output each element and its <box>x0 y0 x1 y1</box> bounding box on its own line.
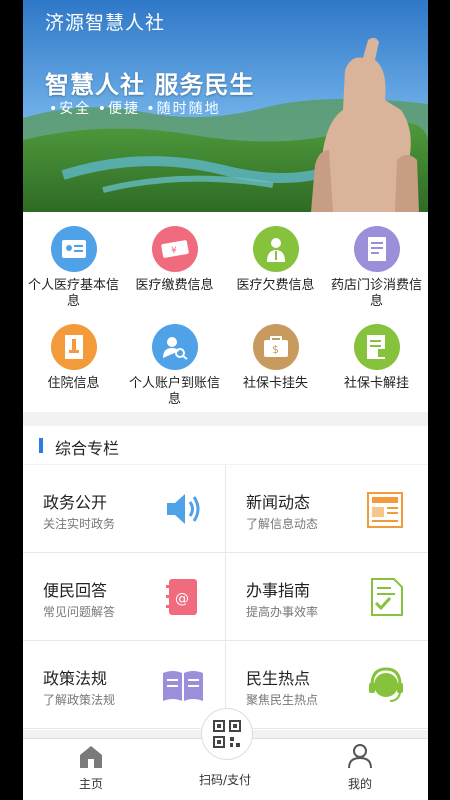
book-icon <box>163 671 203 701</box>
grid-item-label: 社保卡挂失 <box>242 376 308 391</box>
unlock-document-icon <box>353 324 400 370</box>
function-grid: 个人医疗基本信息 ¥ 医疗缴费信息 医疗欠费信息 药店门诊消费信息 住院信息 个… <box>23 212 428 412</box>
card-subtitle: 了解政策法规 <box>43 693 116 707</box>
section-accent-bar <box>39 438 43 453</box>
newspaper-icon <box>367 492 403 528</box>
account-search-icon <box>151 324 198 370</box>
app-screen: 济源智慧人社 智慧人社 服务民生 •安全 •便捷 •随时随地 个人医疗基本信息 … <box>23 0 428 800</box>
card-title: 办事指南 <box>246 581 311 600</box>
banner-slogan-sub: •安全 •便捷 •随时随地 <box>49 101 221 117</box>
card-subtitle: 聚焦民生热点 <box>246 693 319 707</box>
doctor-icon <box>252 226 299 272</box>
banner[interactable]: 济源智慧人社 智慧人社 服务民生 •安全 •便捷 •随时随地 <box>23 0 428 212</box>
address-book-icon: @ <box>166 579 197 615</box>
grid-item-label: 医疗欠费信息 <box>236 278 315 293</box>
card-title: 民生热点 <box>246 669 311 688</box>
checklist-icon <box>371 578 403 616</box>
nav-me-label: 我的 <box>347 777 372 791</box>
grid-item-account-info[interactable]: 个人账户到账信息 <box>124 324 225 408</box>
svg-text:¥: ¥ <box>171 246 177 256</box>
receipt-icon <box>353 226 400 272</box>
grid-item-card-loss[interactable]: $ 社保卡挂失 <box>225 324 326 392</box>
user-icon <box>348 744 372 769</box>
grid-item-card-unlock[interactable]: 社保卡解挂 <box>326 324 427 392</box>
nav-scan[interactable]: 扫码/支付 <box>175 769 275 788</box>
card-public-answers[interactable]: 便民回答 常见问题解答 @ <box>23 553 226 641</box>
home-icon <box>80 746 102 768</box>
banner-slogan: 智慧人社 服务民生 <box>45 71 255 99</box>
card-subtitle: 常见问题解答 <box>43 605 116 619</box>
card-title: 便民回答 <box>43 581 108 600</box>
card-subtitle: 了解信息动态 <box>246 517 319 531</box>
card-title: 政务公开 <box>43 493 108 512</box>
grid-item-label: 社保卡解挂 <box>343 376 409 391</box>
grid-item-payment-info[interactable]: ¥ 医疗缴费信息 <box>124 226 225 294</box>
nav-me[interactable]: 我的 <box>310 743 410 792</box>
card-news[interactable]: 新闻动态 了解信息动态 <box>226 465 428 553</box>
grid-item-label: 个人医疗基本信息 <box>27 278 119 309</box>
card-policies[interactable]: 政策法规 了解政策法规 <box>23 641 226 729</box>
grid-item-arrears-info[interactable]: 医疗欠费信息 <box>225 226 326 294</box>
customer-service-icon <box>369 667 403 702</box>
wallet-icon: $ <box>252 324 299 370</box>
ticket-icon: ¥ <box>151 226 198 272</box>
grid-item-label: 住院信息 <box>47 376 100 391</box>
card-government-affairs[interactable]: 政务公开 关注实时政务 <box>23 465 226 553</box>
card-service-guide[interactable]: 办事指南 提高办事效率 <box>226 553 428 641</box>
qr-code-icon <box>213 720 241 748</box>
nav-scan-label: 扫码/支付 <box>198 773 252 787</box>
card-title: 政策法规 <box>43 669 108 688</box>
grid-item-label: 医疗缴费信息 <box>135 278 214 293</box>
scan-button[interactable] <box>201 708 253 760</box>
card-title: 新闻动态 <box>246 493 311 512</box>
id-card-icon <box>50 226 97 272</box>
nav-home-label: 主页 <box>78 777 103 791</box>
section-title: 综合专栏 <box>55 439 120 458</box>
card-subtitle: 提高办事效率 <box>246 605 319 619</box>
card-hot-topics[interactable]: 民生热点 聚焦民生热点 <box>226 641 428 729</box>
nav-home[interactable]: 主页 <box>41 743 141 792</box>
grid-item-hospital-info[interactable]: 住院信息 <box>23 324 124 392</box>
grid-item-pharmacy-info[interactable]: 药店门诊消费信息 <box>326 226 427 310</box>
document-icon <box>50 324 97 370</box>
grid-item-label: 药店门诊消费信息 <box>330 278 422 309</box>
svg-text:$: $ <box>272 343 279 356</box>
grid-item-medical-info[interactable]: 个人医疗基本信息 <box>23 226 124 310</box>
app-title: 济源智慧人社 <box>45 12 166 34</box>
speaker-icon <box>167 494 200 524</box>
card-subtitle: 关注实时政务 <box>43 517 116 531</box>
feature-cards: 政务公开 关注实时政务 新闻动态 了解信息动态 便民回答 常见问题解答 @ 办事… <box>23 465 428 730</box>
svg-text:@: @ <box>175 591 189 607</box>
grid-item-label: 个人账户到账信息 <box>128 376 220 407</box>
section-header: 综合专栏 <box>23 426 428 464</box>
